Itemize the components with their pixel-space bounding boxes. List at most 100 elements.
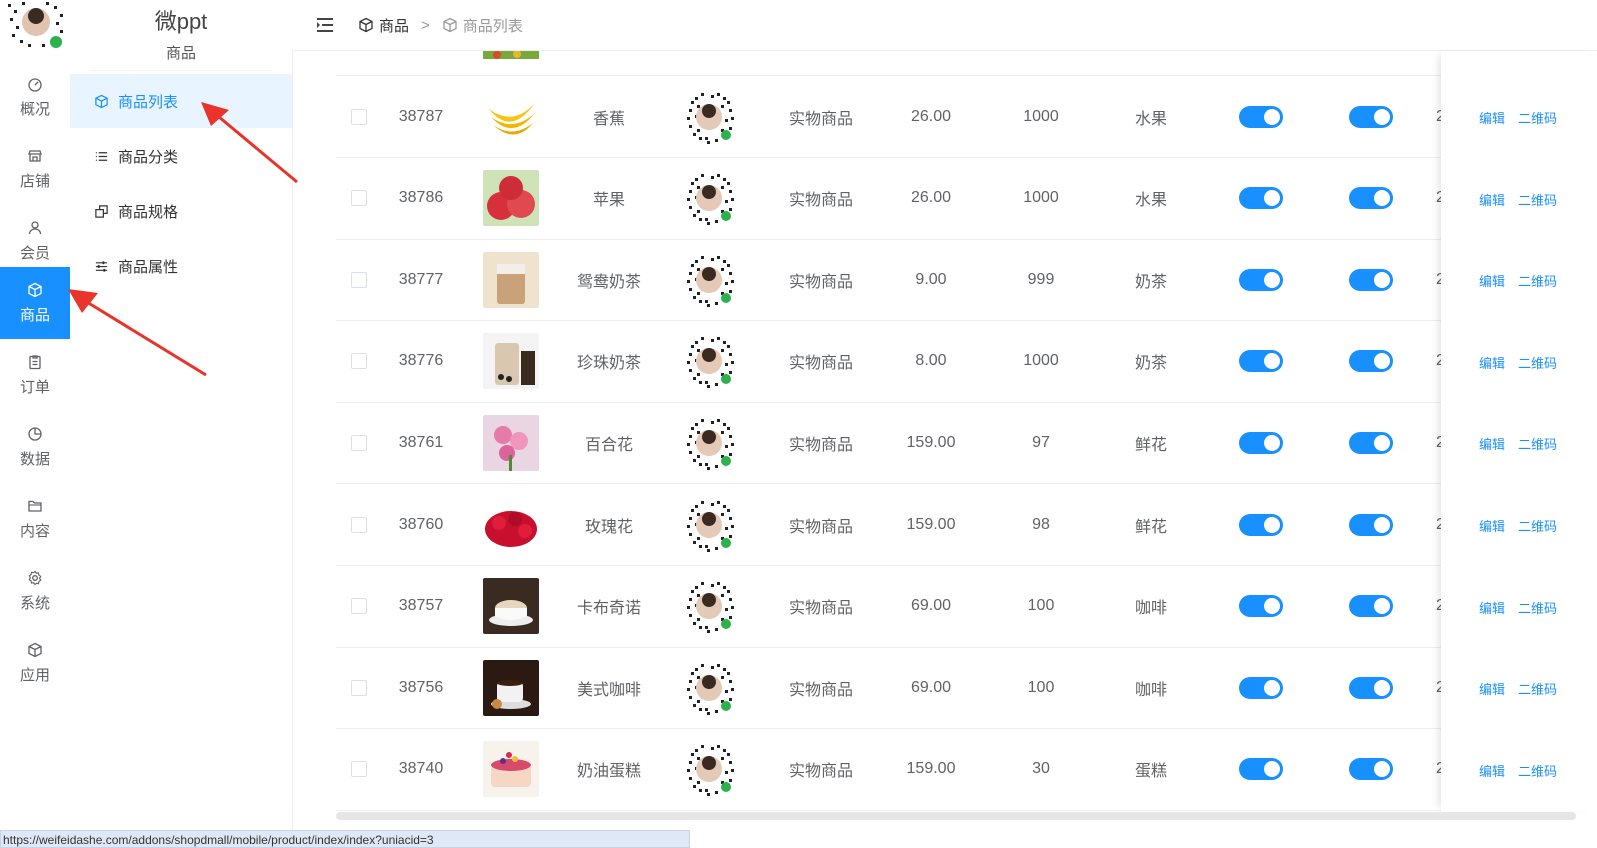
recommend-toggle[interactable] bbox=[1349, 758, 1393, 781]
recommend-toggle[interactable] bbox=[1349, 431, 1393, 454]
qrcode-link[interactable]: 二维码 bbox=[1518, 190, 1557, 209]
product-qrcode bbox=[681, 239, 737, 320]
sidebar-item-5[interactable]: 数据 bbox=[0, 411, 70, 483]
on-sale-toggle[interactable] bbox=[1239, 187, 1283, 210]
product-id: 38761 bbox=[398, 433, 444, 451]
edit-link[interactable]: 编辑 bbox=[1479, 190, 1505, 209]
edit-link[interactable]: 编辑 bbox=[1479, 516, 1505, 535]
on-sale-toggle[interactable] bbox=[1239, 595, 1283, 618]
subnav-item-product-spec[interactable]: 商品规格 bbox=[70, 184, 292, 238]
product-stock: 1000 bbox=[1023, 352, 1059, 370]
on-sale-toggle[interactable] bbox=[1239, 758, 1283, 781]
product-category: 咖啡 bbox=[1134, 681, 1167, 699]
product-thumbnail[interactable] bbox=[483, 170, 539, 227]
on-sale-toggle[interactable] bbox=[1239, 431, 1283, 454]
sidebar-item-0[interactable]: 概况 bbox=[0, 61, 70, 133]
row-checkbox[interactable] bbox=[351, 353, 367, 370]
sidebar-item-4[interactable]: 订单 bbox=[0, 339, 70, 411]
product-id: 38786 bbox=[398, 189, 444, 207]
table-row: 38756美式咖啡实物商品69.00100咖啡2 bbox=[336, 647, 1570, 730]
subnav-item-label: 商品列表 bbox=[118, 93, 179, 111]
sidebar-item-8[interactable]: 应用 bbox=[0, 627, 70, 699]
toggle-cell bbox=[1349, 647, 1393, 728]
on-sale-toggle[interactable] bbox=[1239, 513, 1283, 536]
product-id: 38776 bbox=[398, 352, 444, 370]
recommend-toggle[interactable] bbox=[1349, 513, 1393, 536]
edit-link[interactable]: 编辑 bbox=[1479, 679, 1505, 698]
recommend-toggle[interactable] bbox=[1349, 676, 1393, 699]
edit-link[interactable]: 编辑 bbox=[1479, 598, 1505, 617]
qrcode-link[interactable]: 二维码 bbox=[1518, 353, 1557, 372]
qrcode-link[interactable]: 二维码 bbox=[1518, 679, 1557, 698]
edit-link[interactable]: 编辑 bbox=[1479, 434, 1505, 453]
sidebar-item-7[interactable]: 系统 bbox=[0, 555, 70, 627]
product-thumbnail[interactable] bbox=[483, 578, 539, 635]
on-sale-toggle[interactable] bbox=[1239, 105, 1283, 128]
subnav-item-product-category[interactable]: 商品分类 bbox=[70, 129, 292, 183]
product-thumbnail[interactable] bbox=[483, 333, 539, 390]
on-sale-toggle[interactable] bbox=[1239, 350, 1283, 373]
product-category: 奶茶 bbox=[1134, 355, 1167, 373]
toggle-cell bbox=[1239, 76, 1283, 157]
pie-chart-icon bbox=[28, 426, 42, 441]
user-icon bbox=[28, 220, 42, 234]
product-name-cell: 苹果 bbox=[564, 158, 654, 239]
recommend-toggle[interactable] bbox=[1349, 187, 1393, 210]
sidebar-item-6[interactable]: 内容 bbox=[0, 483, 70, 555]
row-checkbox[interactable] bbox=[351, 516, 367, 533]
recommend-toggle[interactable] bbox=[1349, 350, 1393, 373]
menu-toggle-icon[interactable] bbox=[316, 17, 334, 33]
sidebar-item-label: 数据 bbox=[19, 450, 50, 468]
subnav-item-label: 商品分类 bbox=[118, 148, 179, 166]
product-thumbnail[interactable] bbox=[483, 251, 539, 308]
edit-link[interactable]: 编辑 bbox=[1479, 353, 1505, 372]
row-checkbox-cell bbox=[351, 484, 367, 565]
product-thumbnail[interactable] bbox=[483, 496, 539, 553]
sidebar-item-label: 内容 bbox=[19, 522, 50, 540]
browser-status-url: https://weifeidashe.com/addons/shopdmall… bbox=[0, 830, 690, 848]
mini-program-qr-avatar[interactable] bbox=[2, 0, 66, 52]
product-type: 实物商品 bbox=[788, 273, 853, 291]
product-thumbnail[interactable] bbox=[483, 88, 539, 145]
toggle-cell bbox=[1349, 239, 1393, 320]
recommend-toggle[interactable] bbox=[1349, 105, 1393, 128]
subnav-item-product-attribute[interactable]: 商品属性 bbox=[70, 239, 292, 293]
row-checkbox[interactable] bbox=[351, 679, 367, 696]
clipboard-icon bbox=[29, 354, 41, 369]
product-thumbnail-cell bbox=[483, 321, 539, 402]
row-checkbox[interactable] bbox=[351, 271, 367, 288]
edit-link[interactable]: 编辑 bbox=[1479, 108, 1505, 127]
product-category: 鲜花 bbox=[1134, 436, 1167, 454]
edit-link[interactable]: 编辑 bbox=[1479, 271, 1505, 290]
on-sale-toggle[interactable] bbox=[1239, 676, 1283, 699]
row-checkbox[interactable] bbox=[351, 190, 367, 207]
sidebar-item-1[interactable]: 店铺 bbox=[0, 133, 70, 205]
row-checkbox[interactable] bbox=[351, 108, 367, 125]
row-checkbox[interactable] bbox=[351, 761, 367, 778]
product-name: 苹果 bbox=[592, 192, 625, 210]
edit-link[interactable]: 编辑 bbox=[1479, 761, 1505, 780]
product-thumbnail[interactable] bbox=[483, 414, 539, 471]
subnav-item-product-list[interactable]: 商品列表 bbox=[70, 74, 292, 128]
toggle-cell bbox=[1349, 729, 1393, 810]
row-checkbox[interactable] bbox=[351, 598, 367, 615]
product-thumbnail[interactable] bbox=[483, 659, 539, 716]
sidebar-item-3[interactable]: 商品 bbox=[0, 267, 70, 339]
product-thumbnail-cell bbox=[483, 76, 539, 157]
recommend-toggle[interactable] bbox=[1349, 268, 1393, 291]
row-checkbox[interactable] bbox=[351, 434, 367, 451]
qrcode-link[interactable]: 二维码 bbox=[1518, 271, 1557, 290]
row-checkbox-cell bbox=[351, 76, 367, 157]
qrcode-link[interactable]: 二维码 bbox=[1518, 434, 1557, 453]
product-thumbnail[interactable] bbox=[483, 741, 539, 798]
qrcode-link[interactable]: 二维码 bbox=[1518, 516, 1557, 535]
table-row: 38757卡布奇诺实物商品69.00100咖啡2 bbox=[336, 566, 1570, 648]
recommend-toggle[interactable] bbox=[1349, 595, 1393, 618]
qrcode-link[interactable]: 二维码 bbox=[1518, 598, 1557, 617]
qrcode-link[interactable]: 二维码 bbox=[1518, 108, 1557, 127]
horizontal-scrollbar[interactable] bbox=[336, 812, 1576, 820]
qrcode-link[interactable]: 二维码 bbox=[1518, 761, 1557, 780]
product-id: 38760 bbox=[398, 515, 444, 533]
toggle-cell bbox=[1239, 484, 1283, 565]
on-sale-toggle[interactable] bbox=[1239, 268, 1283, 291]
